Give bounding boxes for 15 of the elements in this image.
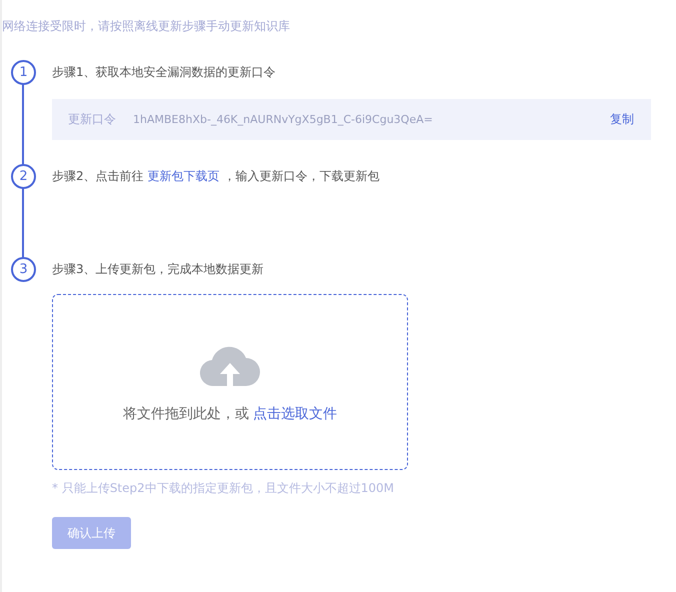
upload-hint: 将文件拖到此处，或 点击选取文件: [122, 404, 338, 422]
step-text: 步骤1、获取本地安全漏洞数据的更新口令: [52, 64, 276, 81]
select-file-link[interactable]: 点击选取文件: [253, 406, 338, 422]
step-number: 3: [11, 257, 36, 282]
step-number: 2: [11, 164, 36, 189]
upload-note: * 只能上传Step2中下载的指定更新包，且文件大小不超过100M: [52, 480, 396, 497]
step-text: 步骤2、点击前往 更新包下载页 ，输入更新口令，下载更新包: [52, 168, 380, 185]
step-text: 步骤3、上传更新包，完成本地数据更新: [52, 261, 264, 278]
notice-text: 网络连接受限时，请按照离线更新步骤手动更新知识库: [2, 18, 291, 34]
token-value: 1hAMBE8hXb-_46K_nAURNvYgX5gB1_C-6i9Cgu3QeA=: [133, 113, 434, 126]
copy-link[interactable]: 复制: [610, 111, 634, 128]
step-number: 1: [11, 60, 36, 85]
upload-dropzone[interactable]: 将文件拖到此处，或 点击选取文件: [52, 294, 408, 470]
token-label: 更新口令: [68, 111, 117, 128]
download-link[interactable]: 更新包下载页: [147, 169, 220, 183]
